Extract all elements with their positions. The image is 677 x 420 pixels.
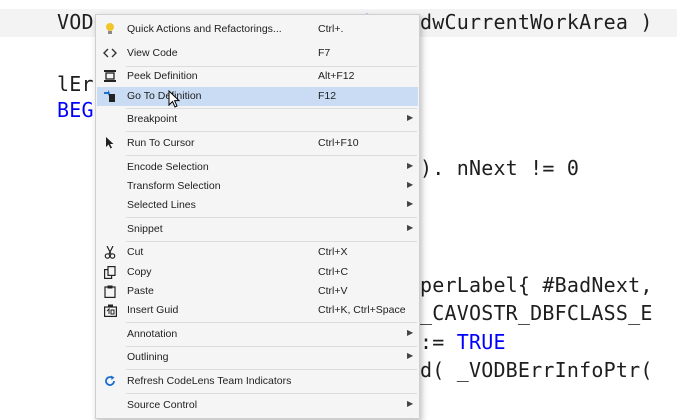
menu-separator [126, 322, 417, 323]
menu-item-annotation[interactable]: Annotation ▶ [97, 325, 418, 344]
menu-separator [126, 217, 417, 218]
menu-item-copy[interactable]: Copy Ctrl+C [97, 263, 418, 282]
menu-separator [126, 393, 417, 394]
menu-item-breakpoint[interactable]: Breakpoint ▶ [97, 110, 418, 129]
submenu-arrow-icon: ▶ [407, 399, 414, 408]
code-line-7[interactable]: := TRUE [420, 330, 506, 354]
menu-item-cut[interactable]: Cut Ctrl+X [97, 243, 418, 262]
submenu-arrow-icon: ▶ [407, 328, 414, 337]
code-line-2[interactable]: lEr [57, 72, 94, 96]
lightbulb-icon [103, 22, 117, 36]
go-to-definition-icon [103, 89, 117, 103]
code-line-4[interactable]: ). nNext != 0 [420, 156, 579, 180]
code-line-6[interactable]: _CAVOSTR_DBFCLASS_E [420, 301, 653, 325]
submenu-arrow-icon: ▶ [407, 113, 414, 122]
menu-item-go-to-definition[interactable]: Go To Definition F12 [97, 87, 418, 106]
insert-guid-icon [103, 303, 117, 317]
refresh-icon [103, 374, 117, 388]
menu-item-transform-selection[interactable]: Transform Selection ▶ [97, 177, 418, 196]
menu-item-refresh-codelens[interactable]: Refresh CodeLens Team Indicators [97, 372, 418, 391]
code-line-1-end: dwCurrentWorkArea ) [420, 10, 653, 34]
submenu-arrow-icon: ▶ [407, 199, 414, 208]
menu-item-view-code[interactable]: View Code F7 [97, 44, 418, 63]
menu-item-run-to-cursor[interactable]: Run To Cursor Ctrl+F10 [97, 134, 418, 153]
menu-separator [126, 241, 417, 242]
menu-item-selected-lines[interactable]: Selected Lines ▶ [97, 196, 418, 215]
menu-item-peek-definition[interactable]: Peek Definition Alt+F12 [97, 67, 418, 86]
paste-icon [103, 284, 117, 298]
peek-definition-icon [103, 69, 117, 83]
submenu-arrow-icon: ▶ [407, 351, 414, 360]
submenu-arrow-icon: ▶ [407, 161, 414, 170]
menu-item-snippet[interactable]: Snippet ▶ [97, 220, 418, 239]
menu-item-outlining[interactable]: Outlining ▶ [97, 348, 418, 367]
menu-separator [126, 155, 417, 156]
copy-icon [103, 265, 117, 279]
menu-separator [126, 346, 417, 347]
code-line-5[interactable]: perLabel{ #BadNext, [420, 273, 653, 297]
menu-separator [126, 369, 417, 370]
menu-item-quick-actions[interactable]: Quick Actions and Refactorings... Ctrl+. [97, 20, 418, 39]
menu-item-source-control[interactable]: Source Control ▶ [97, 396, 418, 415]
code-brackets-icon [103, 46, 117, 60]
submenu-arrow-icon: ▶ [407, 223, 414, 232]
code-line-3[interactable]: BEG [57, 98, 94, 122]
context-menu: Quick Actions and Refactorings... Ctrl+.… [95, 14, 420, 419]
submenu-arrow-icon: ▶ [407, 180, 414, 189]
menu-item-encode-selection[interactable]: Encode Selection ▶ [97, 158, 418, 177]
run-to-cursor-icon [103, 136, 117, 150]
code-line-8[interactable]: d( _VODBErrInfoPtr( [420, 358, 653, 382]
menu-separator [126, 131, 417, 132]
menu-item-paste[interactable]: Paste Ctrl+V [97, 282, 418, 301]
menu-item-insert-guid[interactable]: Insert Guid Ctrl+K, Ctrl+Space [97, 301, 418, 320]
mouse-cursor-icon [168, 90, 181, 108]
scissors-icon [103, 245, 117, 259]
